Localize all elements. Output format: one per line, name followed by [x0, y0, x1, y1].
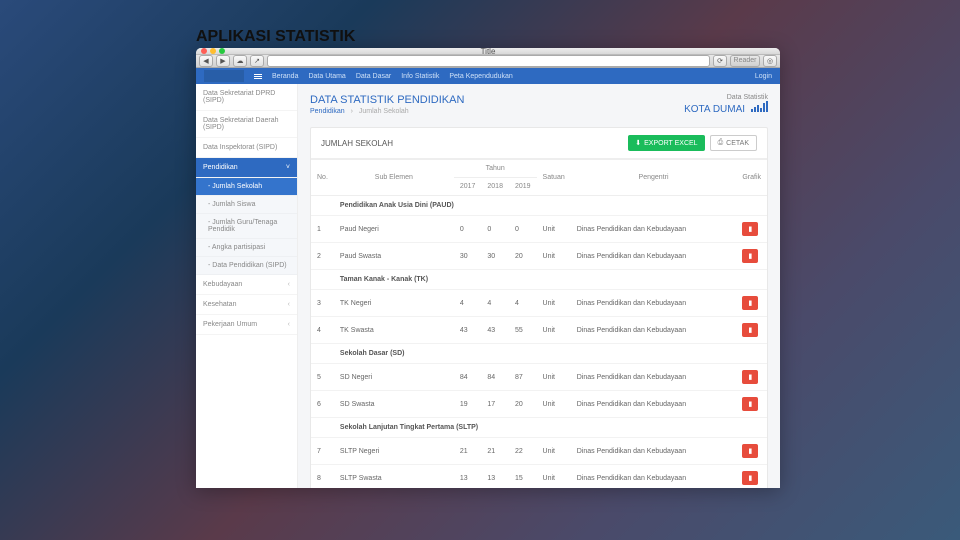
- sidebar-item[interactable]: Kebudayaan‹: [196, 275, 297, 295]
- window-title: Title: [481, 48, 496, 56]
- data-panel: JUMLAH SEKOLAH ⬇ EXPORT EXCEL ⎙ CETAK: [310, 127, 768, 488]
- login-link[interactable]: Login: [755, 73, 772, 80]
- bar-chart-icon: ▮: [748, 252, 752, 260]
- browser-toolbar: ◀ ▶ ☁ ↗ ⟳ Reader ◎: [196, 55, 780, 68]
- table-row: Taman Kanak - Kanak (TK): [311, 270, 767, 290]
- forward-button[interactable]: ▶: [216, 55, 230, 67]
- page-title: DATA STATISTIK PENDIDIKAN: [310, 94, 464, 106]
- reader-button[interactable]: Reader: [730, 55, 760, 67]
- nav-data-utama[interactable]: Data Utama: [308, 73, 345, 80]
- cloud-button[interactable]: ☁: [233, 55, 247, 67]
- col-2019: 2019: [509, 178, 537, 196]
- table-row: 6SD Swasta191720UnitDinas Pendidikan dan…: [311, 391, 767, 418]
- crumb-pendidikan[interactable]: Pendidikan: [310, 108, 345, 115]
- minimize-icon[interactable]: [210, 48, 216, 54]
- chart-button[interactable]: ▮: [742, 296, 758, 310]
- table-row: Pendidikan Anak Usia Dini (PAUD): [311, 196, 767, 216]
- sidebar: Data Sekretariat DPRD (SIPD)Data Sekreta…: [196, 84, 298, 488]
- app: Beranda Data Utama Data Dasar Info Stati…: [196, 68, 780, 488]
- table-row: Sekolah Lanjutan Tingkat Pertama (SLTP): [311, 418, 767, 438]
- share-button[interactable]: ↗: [250, 55, 264, 67]
- top-nav: Beranda Data Utama Data Dasar Info Stati…: [272, 73, 513, 80]
- chart-icon: [751, 101, 768, 112]
- bar-chart-icon: ▮: [748, 447, 752, 455]
- col-pengentri: Pengentri: [571, 160, 737, 196]
- data-table: No. Sub Elemen Tahun Satuan Pengentri Gr…: [311, 159, 767, 488]
- table-row: Sekolah Dasar (SD): [311, 344, 767, 364]
- col-2018: 2018: [481, 178, 509, 196]
- breadcrumb: Pendidikan › Jumlah Sekolah: [310, 108, 464, 115]
- chart-button[interactable]: ▮: [742, 249, 758, 263]
- sidebar-subitem[interactable]: - Data Pendidikan (SIPD): [196, 257, 297, 275]
- table-row: 2Paud Swasta303020UnitDinas Pendidikan d…: [311, 243, 767, 270]
- table-row: 8SLTP Swasta131315UnitDinas Pendidikan d…: [311, 465, 767, 489]
- sidebar-subitem[interactable]: - Angka partisipasi: [196, 239, 297, 257]
- panel-title: JUMLAH SEKOLAH: [321, 139, 393, 148]
- table-row: 7SLTP Negeri212122UnitDinas Pendidikan d…: [311, 438, 767, 465]
- sidebar-subitem[interactable]: - Jumlah Sekolah: [196, 178, 297, 196]
- nav-info-statistik[interactable]: Info Statistik: [401, 73, 439, 80]
- table-row: 3TK Negeri444UnitDinas Pendidikan dan Ke…: [311, 290, 767, 317]
- col-no: No.: [311, 160, 334, 196]
- bar-chart-icon: ▮: [748, 326, 752, 334]
- table-row: 1Paud Negeri000UnitDinas Pendidikan dan …: [311, 216, 767, 243]
- sidebar-item[interactable]: Pekerjaan Umum‹: [196, 315, 297, 335]
- sidebar-item[interactable]: Data Sekretariat Daerah (SIPD): [196, 111, 297, 138]
- menu-toggle-icon[interactable]: [254, 73, 264, 80]
- sidebar-item[interactable]: Data Inspektorat (SIPD): [196, 138, 297, 158]
- nav-peta-kependudukan[interactable]: Peta Kependudukan: [449, 73, 512, 80]
- table-row: 4TK Swasta434355UnitDinas Pendidikan dan…: [311, 317, 767, 344]
- col-satuan: Satuan: [537, 160, 571, 196]
- table-row: 5SD Negeri848487UnitDinas Pendidikan dan…: [311, 364, 767, 391]
- sidebar-item[interactable]: Pendidikan˅: [196, 158, 297, 178]
- maximize-icon[interactable]: [219, 48, 225, 54]
- sidebar-item[interactable]: Kesehatan‹: [196, 295, 297, 315]
- chart-button[interactable]: ▮: [742, 370, 758, 384]
- bar-chart-icon: ▮: [748, 225, 752, 233]
- browser-window: Title ◀ ▶ ☁ ↗ ⟳ Reader ◎ Beranda Data Ut…: [196, 48, 780, 488]
- nav-beranda[interactable]: Beranda: [272, 73, 298, 80]
- slide-title: APLIKASI STATISTIK: [196, 28, 355, 46]
- bar-chart-icon: ▮: [748, 400, 752, 408]
- sidebar-item[interactable]: Data Sekretariat DPRD (SIPD): [196, 84, 297, 111]
- chart-button[interactable]: ▮: [742, 397, 758, 411]
- url-input[interactable]: [267, 55, 710, 67]
- col-2017: 2017: [454, 178, 482, 196]
- app-logo: [204, 70, 244, 82]
- col-sub: Sub Elemen: [334, 160, 454, 196]
- nav-data-dasar[interactable]: Data Dasar: [356, 73, 391, 80]
- bar-chart-icon: ▮: [748, 474, 752, 482]
- chart-button[interactable]: ▮: [742, 444, 758, 458]
- settings-button[interactable]: ◎: [763, 55, 777, 67]
- print-icon: ⎙: [718, 139, 724, 147]
- app-header: Beranda Data Utama Data Dasar Info Stati…: [196, 68, 780, 84]
- reload-button[interactable]: ⟳: [713, 55, 727, 67]
- crumb-jumlah-sekolah: Jumlah Sekolah: [359, 108, 409, 115]
- col-tahun: Tahun: [454, 160, 537, 178]
- col-grafik: Grafik: [736, 160, 767, 196]
- content: DATA STATISTIK PENDIDIKAN Pendidikan › J…: [298, 84, 780, 488]
- chart-button[interactable]: ▮: [742, 323, 758, 337]
- bar-chart-icon: ▮: [748, 373, 752, 381]
- export-excel-button[interactable]: ⬇ EXPORT EXCEL: [628, 135, 704, 151]
- sidebar-subitem[interactable]: - Jumlah Guru/Tenaga Pendidik: [196, 214, 297, 239]
- close-icon[interactable]: [201, 48, 207, 54]
- kota-badge: Data Statistik KOTA DUMAI: [684, 94, 768, 115]
- chart-button[interactable]: ▮: [742, 471, 758, 485]
- sidebar-subitem[interactable]: - Jumlah Siswa: [196, 196, 297, 214]
- back-button[interactable]: ◀: [199, 55, 213, 67]
- titlebar: Title: [196, 48, 780, 55]
- cetak-button[interactable]: ⎙ CETAK: [710, 135, 757, 151]
- bar-chart-icon: ▮: [748, 299, 752, 307]
- download-icon: ⬇: [635, 139, 641, 147]
- chart-button[interactable]: ▮: [742, 222, 758, 236]
